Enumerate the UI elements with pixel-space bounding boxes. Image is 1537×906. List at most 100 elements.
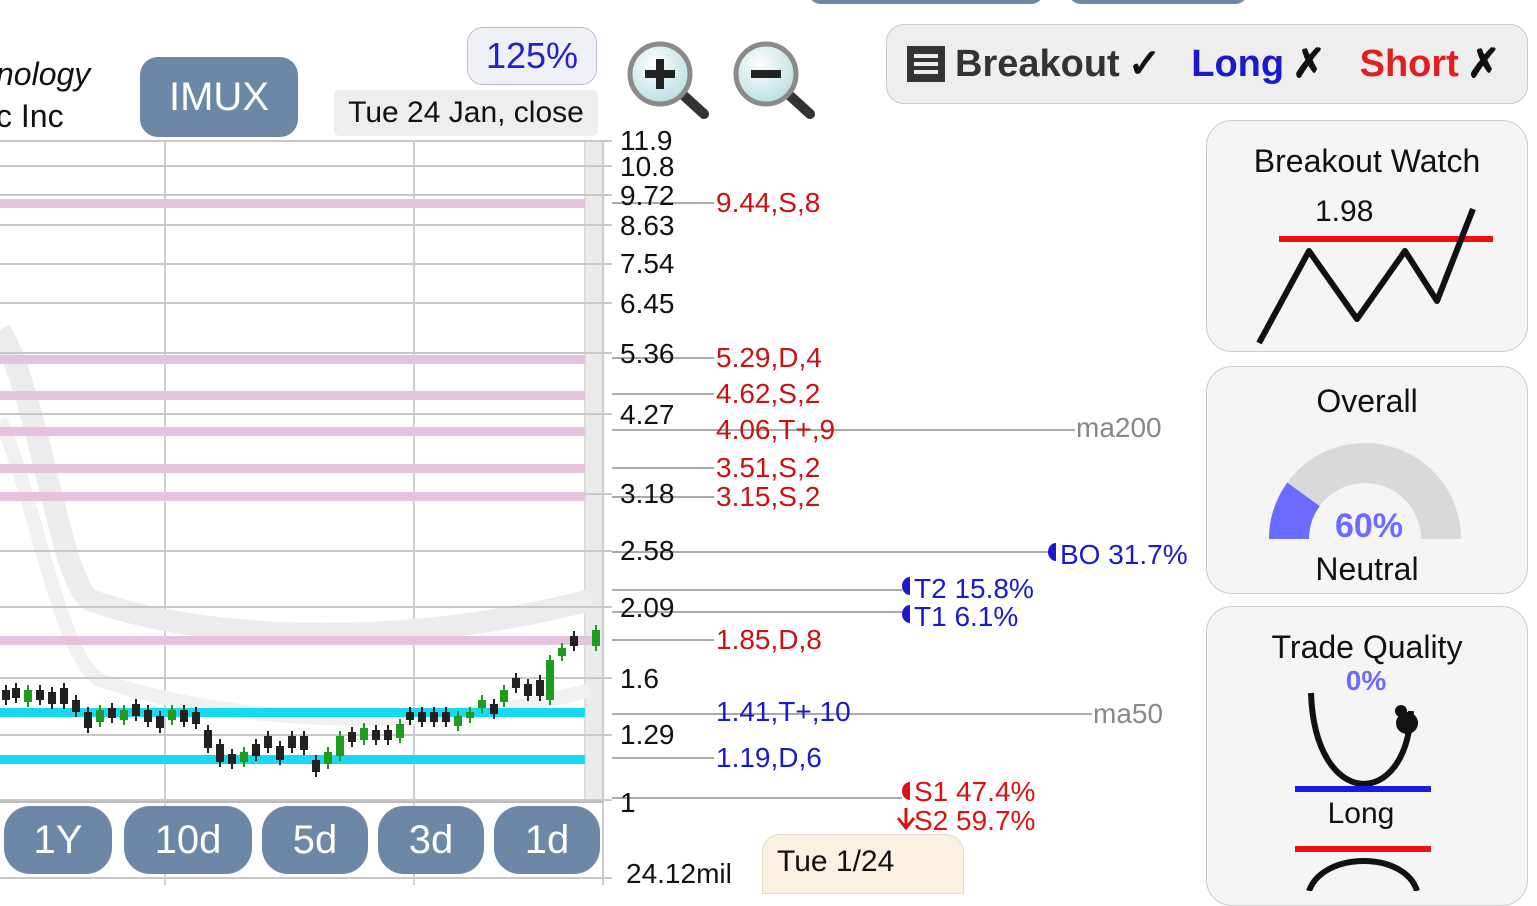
- level-annotation: 4.62,S,2: [716, 378, 821, 409]
- price-tick: 4.27: [620, 399, 675, 430]
- candle: [276, 746, 284, 760]
- candle: [466, 712, 474, 718]
- candle: [168, 710, 176, 720]
- candle: [204, 730, 212, 748]
- candle: [264, 736, 272, 748]
- overall-rating: Neutral: [1315, 551, 1419, 587]
- level-annotation: 5.29,D,4: [716, 342, 822, 373]
- candle: [12, 688, 20, 698]
- candle: [312, 760, 320, 772]
- price-tick: 1.29: [620, 719, 675, 750]
- candle: [240, 752, 248, 762]
- candle: [592, 630, 600, 646]
- resistance-band: [0, 492, 585, 501]
- candle: [500, 690, 508, 702]
- candle: [288, 736, 296, 748]
- candle: [336, 736, 344, 756]
- candle: [156, 716, 164, 728]
- period-1y-button[interactable]: 1Y: [4, 806, 112, 874]
- candle: [406, 712, 414, 720]
- candle: [48, 692, 56, 704]
- zoom-out-icon[interactable]: [730, 40, 820, 120]
- zoom-level[interactable]: 125%: [467, 27, 597, 85]
- candle: [324, 752, 332, 764]
- toggle-breakout[interactable]: Breakout ✓: [955, 41, 1161, 87]
- candle: [396, 724, 404, 738]
- price-tick: 3.18: [620, 478, 675, 509]
- stop-1: S1 47.4%: [914, 776, 1036, 807]
- toggle-short-label: Short: [1359, 42, 1459, 85]
- overall-title: Overall: [1316, 383, 1418, 419]
- price-tick: 10.8: [620, 151, 675, 182]
- toggle-long-label: Long: [1191, 42, 1285, 85]
- candle: [558, 648, 566, 656]
- zoom-in-icon[interactable]: [624, 40, 714, 120]
- bottom-date-tab[interactable]: Tue 1/24: [762, 834, 964, 894]
- company-name-line1: nology: [0, 56, 91, 92]
- level-annotation: 1.85,D,8: [716, 624, 822, 655]
- candle: [478, 700, 486, 708]
- candle: [384, 730, 392, 740]
- price-tick: 9.72: [620, 180, 675, 211]
- candle: [96, 710, 104, 722]
- candle: [372, 730, 380, 740]
- candle: [570, 636, 578, 646]
- chart-date-label: Tue 24 Jan, close: [334, 90, 598, 136]
- candle: [442, 712, 450, 722]
- breakout-pattern-icon: [1256, 207, 1493, 345]
- target-1: T1 6.1%: [914, 601, 1019, 632]
- resistance-band: [0, 199, 585, 208]
- candle: [132, 704, 140, 716]
- price-tick: 2.09: [620, 592, 675, 623]
- check-icon: ✓: [1127, 42, 1162, 86]
- candle: [216, 744, 224, 762]
- trade-quality-long-label: Long: [1327, 797, 1395, 830]
- candle: [72, 700, 80, 712]
- toggle-short[interactable]: Short ✗: [1360, 41, 1501, 87]
- candle: [192, 712, 200, 724]
- candle: [24, 690, 32, 702]
- toggle-breakout-label: Breakout: [955, 42, 1120, 85]
- candle: [360, 728, 368, 740]
- resistance-band: [0, 427, 585, 436]
- candle: [36, 690, 44, 700]
- price-tick: 8.63: [620, 210, 675, 241]
- candle: [490, 704, 498, 714]
- period-3d-button[interactable]: 3d: [378, 806, 484, 874]
- resistance-band: [0, 464, 585, 473]
- candle: [418, 712, 426, 722]
- candle: [108, 708, 116, 718]
- toggle-long[interactable]: Long ✗: [1191, 41, 1325, 87]
- level-annotation: 9.44,S,8: [716, 187, 821, 218]
- level-annotation: 1.41,T+,10: [716, 696, 851, 727]
- breakout-target: BO 31.7%: [1060, 539, 1188, 570]
- level-annotation: 3.51,S,2: [716, 452, 821, 483]
- candle: [300, 736, 308, 750]
- candle: [180, 710, 188, 722]
- company-name-line2: c Inc: [0, 98, 64, 134]
- candle: [252, 744, 260, 756]
- strategy-toggle-bar: Breakout ✓ Long ✗ Short ✗: [886, 24, 1528, 104]
- period-1d-button[interactable]: 1d: [494, 806, 600, 874]
- ma200-label: ma200: [1076, 412, 1162, 443]
- overall-percent: 60%: [1334, 507, 1404, 545]
- candle: [120, 710, 128, 720]
- support-band: [0, 755, 585, 764]
- trade-quality-panel[interactable]: Trade Quality 0% Long: [1206, 606, 1528, 906]
- price-tick: 5.36: [620, 338, 675, 369]
- candle: [2, 690, 10, 700]
- price-tick: 2.58: [620, 535, 675, 566]
- volume-label: 24.12mil: [626, 858, 732, 889]
- breakout-watch-panel[interactable]: Breakout Watch 1.98: [1206, 120, 1528, 352]
- candle: [430, 712, 438, 722]
- resistance-band: [0, 391, 585, 400]
- ticker-button[interactable]: IMUX: [140, 57, 298, 137]
- menu-icon[interactable]: [907, 44, 945, 84]
- ma50-label: ma50: [1093, 698, 1164, 729]
- trade-quality-cup-icon: [1295, 692, 1431, 891]
- period-10d-button[interactable]: 10d: [124, 806, 252, 874]
- overall-panel[interactable]: Overall 60% Neutral: [1206, 366, 1528, 594]
- candle: [536, 680, 544, 696]
- price-tick: 6.45: [620, 288, 675, 319]
- period-5d-button[interactable]: 5d: [262, 806, 368, 874]
